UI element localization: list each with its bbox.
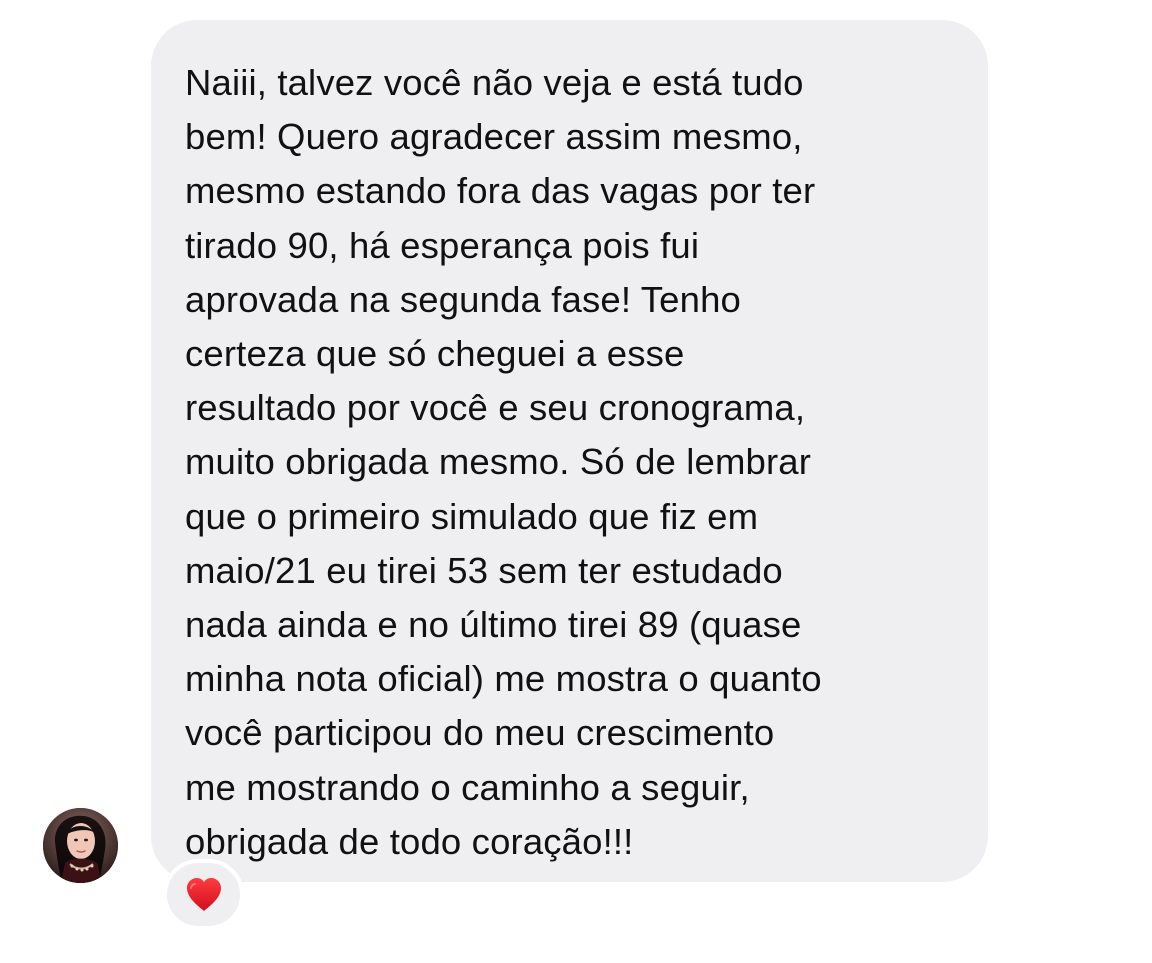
message-line: bem! Quero agradecer assim mesmo, — [185, 116, 803, 158]
chat-area: Naiii, talvez você não veja e está tudo … — [0, 0, 1152, 963]
message-line: me mostrando o caminho a seguir, — [185, 766, 750, 808]
message-line: Naiii, talvez você não veja e está tudo — [185, 62, 804, 103]
message-line: aprovada na segunda fase! Tenho — [185, 278, 741, 320]
message-line: resultado por você e seu cronograma, — [185, 387, 806, 429]
message-text: Naiii, talvez você não veja e está tudo … — [185, 56, 968, 869]
heart-icon — [184, 876, 224, 914]
message-line: você participou do meu crescimento — [185, 712, 775, 754]
message-line: obrigada de todo coração!!! — [185, 820, 634, 862]
message-line: muito obrigada mesmo. Só de lembrar — [185, 441, 812, 483]
message-line: nada ainda e no último tirei 89 (quase — [185, 604, 802, 646]
sender-avatar[interactable] — [43, 808, 118, 883]
message-line: maio/21 eu tirei 53 sem ter estudado — [185, 549, 783, 591]
message-line: mesmo estando fora das vagas por ter — [185, 170, 816, 212]
message-line: que o primeiro simulado que fiz em — [185, 495, 759, 537]
message-line: certeza que só cheguei a esse — [185, 333, 685, 375]
message-line: tirado 90, há esperança pois fui — [185, 224, 700, 266]
heart-reaction[interactable] — [163, 859, 244, 930]
message-line: minha nota oficial) me mostra o quanto — [185, 658, 822, 700]
profile-avatar-icon — [43, 808, 118, 883]
received-message-bubble[interactable]: Naiii, talvez você não veja e está tudo … — [151, 20, 988, 882]
